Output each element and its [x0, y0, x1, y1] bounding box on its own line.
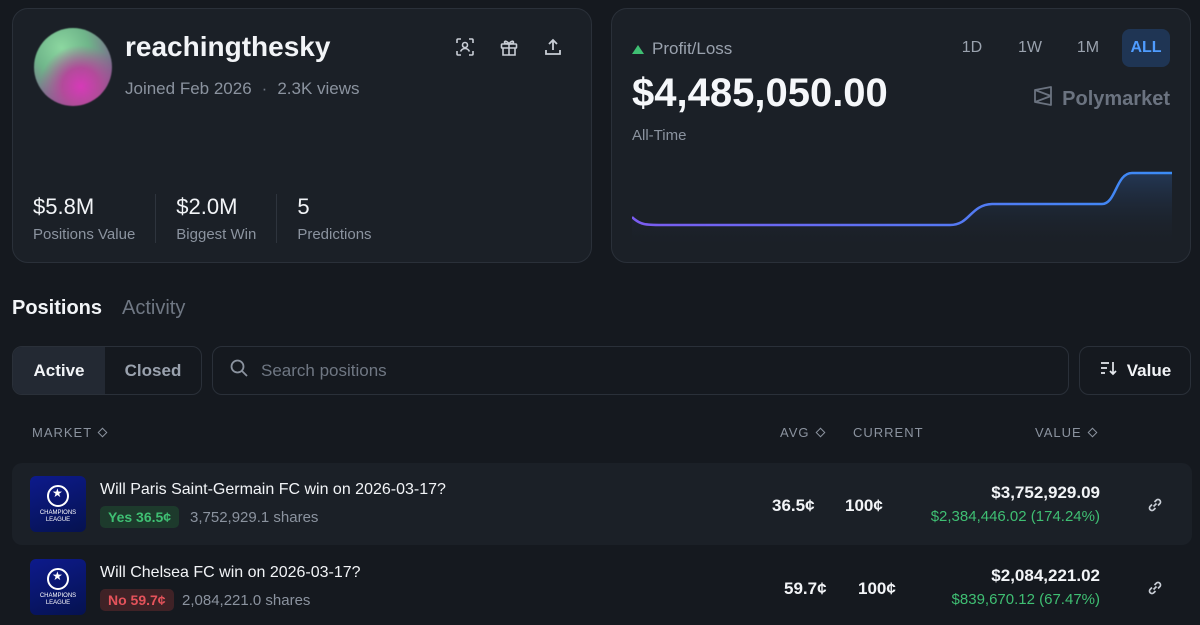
share-count: 2,084,221.0 shares: [182, 592, 311, 609]
header-label: AVG: [780, 425, 810, 440]
range-selector: 1D 1W 1M ALL: [948, 29, 1170, 67]
scan-icon[interactable]: [455, 37, 475, 57]
sort-button[interactable]: Value: [1079, 346, 1191, 395]
current-price: 100¢: [858, 579, 896, 598]
position-value: $3,752,929.09: [991, 483, 1100, 502]
stat-label: Biggest Win: [176, 226, 257, 243]
logo-text: CHAMPIONS LEAGUE: [39, 592, 77, 606]
champions-league-logo-icon: CHAMPIONS LEAGUE: [30, 476, 86, 532]
stat-value: $5.8M: [33, 194, 95, 219]
pnl-chart: [632, 171, 1172, 249]
share-icon[interactable]: [543, 37, 563, 57]
pnl-period: All-Time: [632, 127, 687, 144]
search-box: [212, 346, 1069, 395]
sort-diamond-icon: [97, 427, 108, 438]
range-1d[interactable]: 1D: [948, 29, 996, 67]
pnl-label: Profit/Loss: [652, 39, 733, 58]
position-pnl: $839,670.12 (67.47%): [951, 591, 1100, 608]
link-icon[interactable]: [1146, 579, 1164, 597]
joined-date: Joined Feb 2026: [125, 79, 252, 98]
search-input[interactable]: [261, 360, 1041, 381]
meta-separator: ·: [261, 79, 268, 98]
column-market-header[interactable]: MARKET: [32, 425, 108, 440]
logo-text: CHAMPIONS LEAGUE: [39, 509, 77, 523]
sort-icon: [1099, 359, 1117, 382]
stat-value: $2.0M: [176, 194, 238, 219]
outcome-badge: No 59.7¢: [100, 589, 174, 611]
header-label: VALUE: [1035, 425, 1082, 440]
header-label: MARKET: [32, 425, 93, 440]
pnl-value: $4,485,050.00: [632, 71, 888, 115]
profile-actions: [455, 37, 563, 57]
tab-bar: Positions Activity: [12, 297, 185, 320]
position-pnl: $2,384,446.02 (174.24%): [930, 508, 1100, 525]
stat-positions-value: $5.8M Positions Value: [33, 194, 157, 243]
avatar[interactable]: [34, 28, 112, 106]
sort-diamond-icon: [815, 427, 825, 438]
table-row[interactable]: CHAMPIONS LEAGUE Will Paris Saint-Germai…: [12, 463, 1192, 545]
column-current-header: CURRENT: [853, 425, 924, 440]
table-row[interactable]: CHAMPIONS LEAGUE Will Chelsea FC win on …: [12, 546, 1192, 625]
polymarket-logo-icon: [1032, 85, 1054, 113]
market-title[interactable]: Will Paris Saint-Germain FC win on 2026-…: [100, 481, 446, 499]
column-avg-header[interactable]: AVG: [780, 425, 825, 440]
pnl-area: [632, 173, 1172, 249]
link-icon[interactable]: [1146, 496, 1164, 514]
range-all[interactable]: ALL: [1122, 29, 1170, 67]
stat-predictions: 5 Predictions: [297, 194, 391, 243]
outcome-badge: Yes 36.5¢: [100, 506, 180, 528]
tab-positions[interactable]: Positions: [12, 297, 102, 320]
gift-icon[interactable]: [499, 37, 519, 57]
stat-label: Predictions: [297, 226, 372, 243]
sort-label: Value: [1126, 360, 1172, 380]
filter-closed-button[interactable]: Closed: [105, 347, 201, 394]
range-1m[interactable]: 1M: [1064, 29, 1112, 67]
profile-stats: $5.8M Positions Value $2.0M Biggest Win …: [33, 194, 412, 243]
brand-name: Polymarket: [1062, 87, 1170, 110]
current-price: 100¢: [845, 496, 883, 515]
brand: Polymarket: [1032, 85, 1170, 113]
column-value-header[interactable]: VALUE: [1035, 425, 1098, 440]
stat-value: 5: [297, 194, 310, 219]
status-filter: Active Closed: [12, 346, 202, 395]
champions-league-logo-icon: CHAMPIONS LEAGUE: [30, 559, 86, 615]
search-icon: [229, 358, 249, 383]
stat-label: Positions Value: [33, 226, 136, 243]
market-title[interactable]: Will Chelsea FC win on 2026-03-17?: [100, 564, 361, 582]
trend-up-icon: [632, 44, 644, 54]
tab-activity[interactable]: Activity: [122, 297, 185, 320]
sort-diamond-icon: [1087, 427, 1098, 438]
profile-meta: Joined Feb 2026 · 2.3K views: [125, 79, 360, 99]
pnl-header: Profit/Loss: [632, 39, 732, 59]
range-1w[interactable]: 1W: [1006, 29, 1054, 67]
position-value: $2,084,221.02: [991, 566, 1100, 585]
avg-price: 36.5¢: [772, 496, 815, 515]
stat-biggest-win: $2.0M Biggest Win: [176, 194, 278, 243]
username: reachingthesky: [125, 31, 331, 62]
filter-active-button[interactable]: Active: [13, 347, 105, 394]
share-count: 3,752,929.1 shares: [190, 509, 319, 526]
header-label: CURRENT: [853, 425, 924, 440]
view-count: 2.3K views: [277, 79, 360, 98]
profile-card: reachingthesky Joined Feb 2026 · 2.3K vi…: [12, 8, 592, 263]
pnl-card: Profit/Loss $4,485,050.00 All-Time 1D 1W…: [611, 8, 1191, 263]
avg-price: 59.7¢: [784, 579, 827, 598]
